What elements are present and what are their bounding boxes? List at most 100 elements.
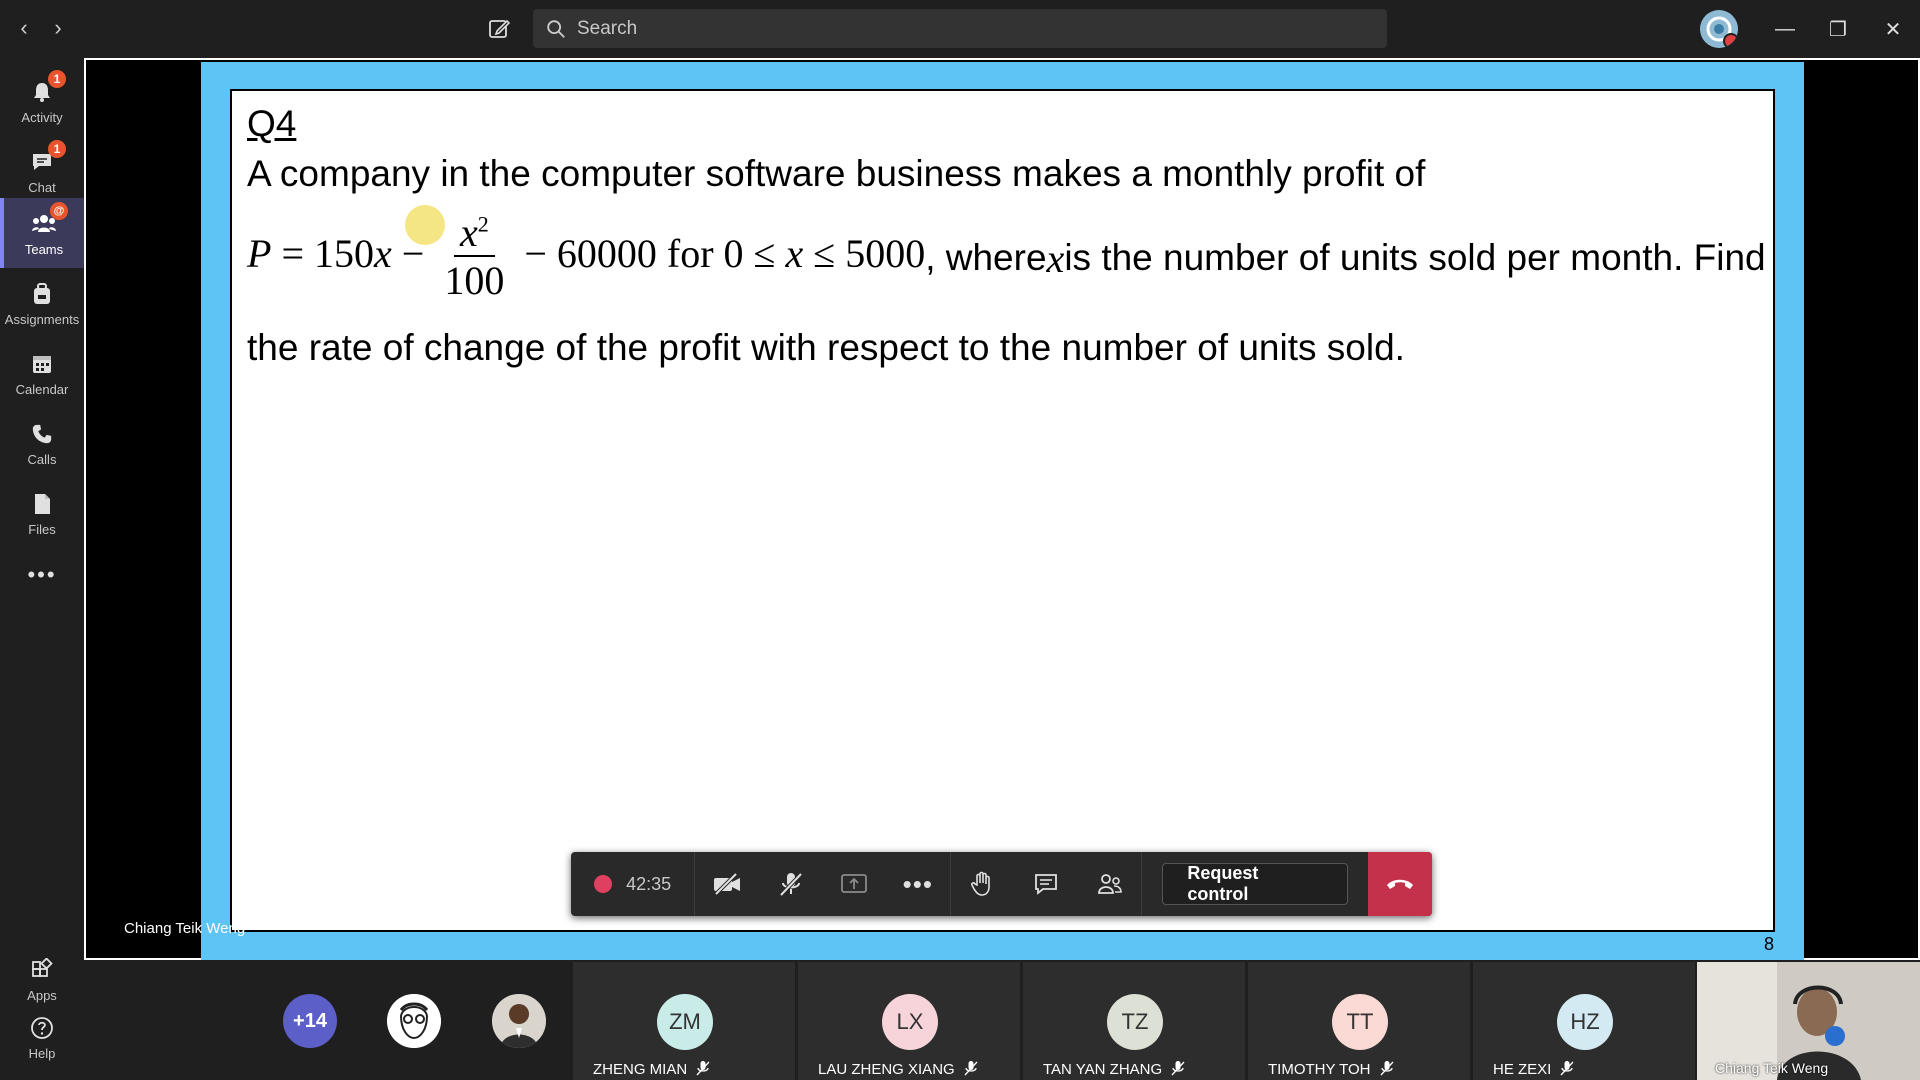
minimize-button[interactable]: — [1768,12,1802,46]
mic-muted-icon [1559,1060,1575,1080]
search-input[interactable] [575,16,1359,41]
laser-pointer [405,205,445,245]
rail-label: Apps [27,987,57,1003]
rail-label: Activity [21,109,63,125]
self-name: Chiang Teik Weng [1715,1060,1829,1076]
participant-initials: ZM [657,994,713,1050]
formula-constant: − 60000 [514,231,657,277]
camera-button[interactable] [695,852,759,916]
rail-label: Teams [24,241,64,257]
formula-eq: = 150 [271,231,374,277]
participant-avatar[interactable] [387,994,441,1048]
formula-var-x: x [374,231,392,277]
formula-range-end: ≤ 5000 [803,231,926,277]
participant-initials: HZ [1557,994,1613,1050]
record-icon [594,875,613,893]
chevron-left-icon: ‹ [20,15,28,40]
mic-button[interactable] [759,852,823,916]
rail-label: Calls [27,451,57,467]
participant-name: ZHENG MIAN [593,1060,711,1080]
restore-icon: ❐ [1829,18,1847,41]
title-bar: ‹ › — ❐ ✕ [0,0,1920,58]
mic-muted-icon [963,1060,979,1080]
participant-initials: TT [1332,994,1388,1050]
more-actions-button[interactable]: ••• [886,852,950,916]
self-video-tile[interactable]: Chiang Teik Weng [1697,962,1920,1080]
avatar-photo-icon [492,994,546,1048]
rail-item-help[interactable]: Help [0,1002,84,1072]
apps-icon [28,956,56,984]
hang-up-button[interactable] [1368,852,1433,916]
mic-muted-icon [695,1060,711,1080]
line2-where: , where [925,237,1047,278]
slide-content: Q4 A company in the computer software bu… [230,89,1775,932]
minimize-icon: — [1775,17,1795,40]
phone-icon [28,420,56,448]
rail-label: Help [28,1045,56,1061]
rail-item-calls[interactable]: Calls [0,408,84,478]
share-button[interactable] [822,852,886,916]
question-line-3: the rate of change of the profit with re… [247,327,1405,368]
rail-item-activity[interactable]: 1 Activity [0,66,84,136]
presenter-name: Chiang Teik Weng [124,920,246,937]
search-icon [547,19,565,38]
backpack-icon [28,280,56,308]
rail-label: Files [28,521,56,537]
rail-item-files[interactable]: Files [0,478,84,548]
share-screen-icon [841,874,868,893]
recording-indicator: 42:35 [571,852,694,916]
line2-var-x: x [1046,235,1065,281]
raise-hand-button[interactable] [951,852,1015,916]
close-button[interactable]: ✕ [1876,12,1910,46]
call-timer: 42:35 [626,873,672,894]
participant-avatar[interactable] [492,994,546,1048]
file-icon [28,490,56,518]
hang-up-icon [1387,879,1414,889]
forward-button[interactable]: › [44,14,72,42]
activity-badge: 1 [48,69,66,88]
participant-tile[interactable]: HZ HE ZEXI [1473,962,1695,1080]
new-chat-button[interactable] [484,14,514,44]
participant-name-text: TIMOTHY TOH [1268,1060,1371,1078]
overflow-participants-button[interactable]: +14 [283,994,337,1048]
more-icon: ••• [902,868,933,899]
formula-for: for [656,231,724,277]
rail-item-calendar[interactable]: Calendar [0,338,84,408]
participants-icon [1097,874,1122,894]
formula-range-var: x [785,231,804,277]
participants-button[interactable] [1078,852,1142,916]
chat-button[interactable] [1014,852,1078,916]
mic-muted-icon [1379,1060,1395,1080]
participant-name: TIMOTHY TOH [1268,1060,1395,1080]
profile-avatar[interactable] [1700,10,1738,48]
participant-tile[interactable]: ZM ZHENG MIAN [573,962,795,1080]
rail-item-more[interactable]: ••• [0,548,84,598]
participant-initials: TZ [1107,994,1163,1050]
rail-item-teams[interactable]: @ Teams [0,198,84,268]
line2-tail: is the number of units sold per month. F… [1064,237,1766,278]
rail-label: Calendar [15,381,69,397]
participant-tile[interactable]: LX LAU ZHENG XIANG [798,962,1020,1080]
restore-button[interactable]: ❐ [1821,12,1855,46]
bell-icon: 1 [28,69,66,106]
participant-name: TAN YAN ZHANG [1043,1060,1186,1080]
request-control-button[interactable]: Request control [1162,863,1349,905]
participant-name-text: ZHENG MIAN [593,1060,688,1078]
divider [1141,852,1143,916]
formula-var-p: P [247,231,272,277]
rail-item-assignments[interactable]: Assignments [0,268,84,338]
formula-range-start: 0 ≤ [723,231,786,277]
chat-icon: 1 [28,139,66,176]
rail-label: Assignments [4,311,80,327]
compose-icon [489,19,511,38]
participant-tile[interactable]: TT TIMOTHY TOH [1248,962,1470,1080]
search-bar[interactable] [533,9,1387,48]
question-title: Q4 [247,103,297,144]
teams-icon: @ [30,201,68,238]
camera-off-icon [714,872,740,896]
participant-tile[interactable]: TZ TAN YAN ZHANG [1023,962,1245,1080]
formula-fraction: x2 100 [438,211,510,305]
back-button[interactable]: ‹ [10,14,38,42]
hand-icon [971,871,991,896]
rail-item-chat[interactable]: 1 Chat [0,136,84,206]
